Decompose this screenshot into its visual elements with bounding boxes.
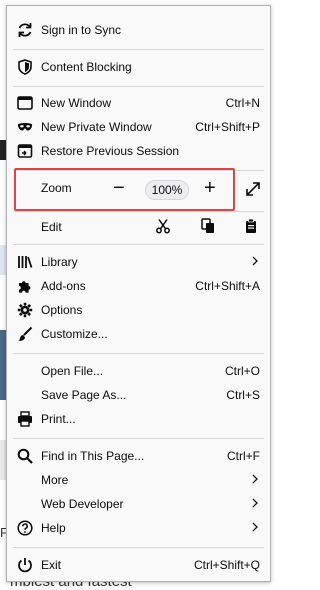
sign-in-label: Sign in to Sync (41, 23, 122, 37)
more-label: More (41, 473, 69, 487)
gear-icon (17, 302, 33, 318)
chevron-right-icon (252, 521, 258, 535)
save-page-as-item[interactable]: Save Page As... Ctrl+S (7, 383, 270, 407)
separator (13, 547, 264, 548)
save-page-shortcut: Ctrl+S (226, 388, 260, 402)
restore-session-label: Restore Previous Session (41, 144, 180, 158)
new-window-item[interactable]: New Window Ctrl+N (7, 91, 270, 115)
web-developer-item[interactable]: Web Developer (7, 492, 270, 516)
window-icon (17, 95, 33, 111)
customize-item[interactable]: Customize... (7, 322, 270, 346)
puzzle-piece-icon (17, 278, 33, 294)
zoom-reset-button[interactable]: 100% (145, 180, 189, 200)
new-window-shortcut: Ctrl+N (225, 96, 260, 110)
copy-icon[interactable] (200, 218, 216, 234)
help-icon (17, 520, 33, 536)
zoom-value: 100% (151, 183, 183, 197)
restore-icon (17, 143, 33, 159)
find-shortcut: Ctrl+F (227, 449, 260, 463)
private-mask-icon (17, 119, 33, 135)
options-item[interactable]: Options (7, 298, 270, 322)
open-file-shortcut: Ctrl+O (224, 364, 260, 378)
separator (13, 353, 264, 354)
exit-item[interactable]: Exit Ctrl+Shift+Q (7, 553, 270, 577)
find-in-page-item[interactable]: Find in This Page... Ctrl+F (7, 444, 270, 468)
library-label: Library (41, 255, 78, 269)
print-item[interactable]: Print... (7, 407, 270, 431)
app-menu-panel: Sign in to Sync Content Blocking New Win… (6, 5, 271, 582)
separator (13, 211, 264, 212)
save-page-label: Save Page As... (41, 388, 127, 402)
paintbrush-icon (17, 326, 33, 342)
cut-icon[interactable] (155, 218, 171, 234)
content-blocking-label: Content Blocking (41, 60, 132, 74)
sync-icon (17, 22, 33, 38)
restore-previous-session-item[interactable]: Restore Previous Session (7, 139, 270, 163)
new-private-window-item[interactable]: New Private Window Ctrl+Shift+P (7, 115, 270, 139)
customize-label: Customize... (41, 327, 108, 341)
shield-icon (17, 59, 33, 75)
separator (13, 438, 264, 439)
printer-icon (17, 411, 33, 427)
chevron-right-icon (252, 497, 258, 511)
chevron-right-icon (252, 255, 258, 269)
fullscreen-icon[interactable] (245, 181, 261, 197)
zoom-in-button[interactable]: + (204, 178, 216, 198)
power-icon (17, 557, 33, 573)
more-item[interactable]: More (7, 468, 270, 492)
add-ons-item[interactable]: Add-ons Ctrl+Shift+A (7, 274, 270, 298)
content-blocking-item[interactable]: Content Blocking (7, 55, 270, 79)
library-icon (17, 254, 33, 270)
open-file-label: Open File... (41, 364, 104, 378)
search-icon (17, 448, 33, 464)
exit-shortcut: Ctrl+Shift+Q (193, 558, 260, 572)
new-private-window-shortcut: Ctrl+Shift+P (195, 120, 260, 134)
zoom-label: Zoom (41, 181, 72, 195)
edit-label: Edit (41, 220, 62, 234)
web-developer-label: Web Developer (41, 497, 124, 511)
separator (13, 49, 264, 50)
add-ons-shortcut: Ctrl+Shift+A (195, 279, 260, 293)
options-label: Options (41, 303, 83, 317)
separator (13, 244, 264, 245)
sign-in-to-sync-item[interactable]: Sign in to Sync (7, 18, 270, 42)
help-item[interactable]: Help (7, 516, 270, 540)
zoom-out-button[interactable]: − (113, 178, 125, 198)
new-window-label: New Window (41, 96, 112, 110)
open-file-item[interactable]: Open File... Ctrl+O (7, 359, 270, 383)
separator (13, 86, 264, 87)
find-label: Find in This Page... (41, 449, 145, 463)
print-label: Print... (41, 412, 76, 426)
add-ons-label: Add-ons (41, 279, 86, 293)
exit-label: Exit (41, 558, 62, 572)
help-label: Help (41, 521, 66, 535)
new-private-window-label: New Private Window (41, 120, 152, 134)
library-item[interactable]: Library (7, 250, 270, 274)
paste-icon[interactable] (243, 218, 259, 234)
chevron-right-icon (252, 473, 258, 487)
